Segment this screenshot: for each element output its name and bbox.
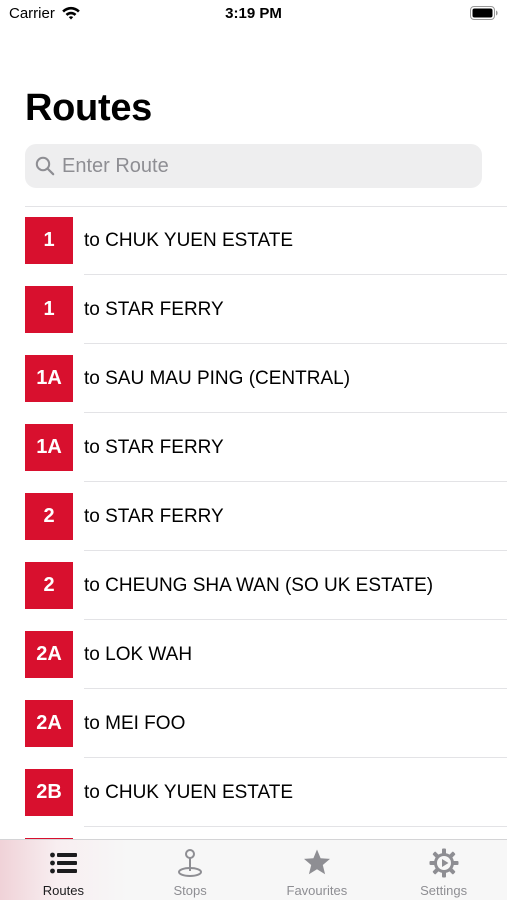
- route-number-badge: 2B: [25, 769, 73, 816]
- tab-label: Settings: [420, 883, 468, 898]
- route-row[interactable]: 2A to LOK WAH: [0, 620, 507, 689]
- status-bar: Carrier 3:19 PM: [0, 0, 507, 28]
- route-number-badge: 2: [25, 493, 73, 540]
- route-destination: to LOK WAH: [84, 644, 193, 665]
- tab-stops[interactable]: Stops: [127, 840, 254, 900]
- route-number-badge: 1: [25, 286, 73, 333]
- clock: 3:19 PM: [225, 5, 282, 22]
- route-destination: to CHUK YUEN ESTATE: [84, 782, 294, 803]
- route-number-badge: 2A: [25, 700, 73, 747]
- search-icon: [35, 156, 55, 176]
- gear-icon: [429, 848, 459, 878]
- route-number-badge: 1A: [25, 355, 73, 402]
- tab-label: Favourites: [286, 883, 348, 898]
- tab-settings[interactable]: Settings: [380, 840, 507, 900]
- list-icon: [50, 852, 78, 874]
- route-list: 1 to CHUK YUEN ESTATE 1 to STAR FERRY 1A…: [0, 206, 507, 840]
- route-destination: to CHEUNG SHA WAN (SO UK ESTATE): [84, 575, 434, 596]
- tab-bar: Routes Stops Favourites Settings: [0, 839, 507, 900]
- tab-label: Stops: [173, 883, 207, 898]
- tab-favourites[interactable]: Favourites: [254, 840, 381, 900]
- route-number-badge: 2A: [25, 631, 73, 678]
- tab-label: Routes: [42, 883, 84, 898]
- battery-icon: [470, 6, 498, 20]
- route-number-badge: 1A: [25, 424, 73, 471]
- route-destination: to STAR FERRY: [84, 299, 224, 320]
- tab-routes[interactable]: Routes: [0, 840, 127, 900]
- route-row[interactable]: 1 to CHUK YUEN ESTATE: [0, 206, 507, 275]
- route-row[interactable]: 1A to SAU MAU PING (CENTRAL): [0, 344, 507, 413]
- route-destination: to STAR FERRY: [84, 437, 224, 458]
- star-icon: [303, 849, 330, 875]
- route-number-badge: 2: [25, 562, 73, 609]
- search-bar[interactable]: [25, 144, 482, 188]
- route-destination: to CHUK YUEN ESTATE: [84, 230, 294, 251]
- route-row[interactable]: 2 to CHEUNG SHA WAN (SO UK ESTATE): [0, 551, 507, 620]
- route-number-badge: 1: [25, 217, 73, 264]
- page-title: Routes: [25, 87, 152, 129]
- bus-stop-icon: [178, 849, 203, 877]
- route-destination: to MEI FOO: [84, 713, 186, 734]
- route-destination: to STAR FERRY: [84, 506, 224, 527]
- route-destination: to SAU MAU PING (CENTRAL): [84, 368, 351, 389]
- route-row[interactable]: 2A to MEI FOO: [0, 689, 507, 758]
- search-input[interactable]: [62, 144, 472, 188]
- route-row[interactable]: 1A to STAR FERRY: [0, 413, 507, 482]
- route-row[interactable]: 2 to STAR FERRY: [0, 482, 507, 551]
- route-row[interactable]: 1 to STAR FERRY: [0, 275, 507, 344]
- route-row[interactable]: 2B to CHUK YUEN ESTATE: [0, 758, 507, 827]
